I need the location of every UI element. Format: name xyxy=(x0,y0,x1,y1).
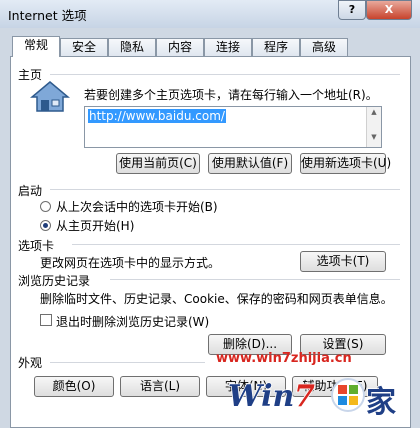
tab-connections[interactable]: 连接 xyxy=(204,38,252,56)
tab-general[interactable]: 常规 xyxy=(12,36,60,57)
browsing-history-heading: 浏览历史记录 xyxy=(18,274,91,288)
home-icon xyxy=(30,81,70,112)
svg-text:7: 7 xyxy=(294,379,315,414)
svg-text:Win: Win xyxy=(228,379,294,414)
startup-heading: 启动 xyxy=(18,184,43,198)
svg-text:家: 家 xyxy=(366,385,396,420)
use-default-button[interactable]: 使用默认值(F) xyxy=(208,153,292,174)
tabs-description: 更改网页在选项卡中的显示方式。 xyxy=(40,256,221,270)
divider xyxy=(50,74,400,75)
languages-button[interactable]: 语言(L) xyxy=(120,376,200,397)
tabs-heading: 选项卡 xyxy=(18,239,55,253)
use-current-button[interactable]: 使用当前页(C) xyxy=(116,153,200,174)
tabs-settings-button[interactable]: 选项卡(T) xyxy=(300,251,386,272)
startup-last-session-label[interactable]: 从上次会话中的选项卡开始(B) xyxy=(56,198,218,215)
appearance-heading: 外观 xyxy=(18,356,43,370)
tab-security[interactable]: 安全 xyxy=(60,38,108,56)
divider xyxy=(50,189,400,190)
browsing-history-description: 删除临时文件、历史记录、Cookie、保存的密码和网页表单信息。 xyxy=(40,292,393,306)
colors-button[interactable]: 颜色(O) xyxy=(34,376,114,397)
startup-home-label[interactable]: 从主页开始(H) xyxy=(56,217,134,234)
home-page-url-field[interactable]: http://www.baidu.com/ ▲ ▼ xyxy=(84,106,382,148)
delete-history-on-exit-label[interactable]: 退出时删除浏览历史记录(W) xyxy=(56,313,209,330)
tab-advanced[interactable]: 高级 xyxy=(300,38,348,56)
startup-last-session-radio[interactable] xyxy=(40,201,51,212)
home-page-url-text[interactable]: http://www.baidu.com/ xyxy=(88,109,226,123)
watermark-url: www.win7zhijia.cn xyxy=(216,351,352,366)
use-new-tab-button[interactable]: 使用新选项卡(U) xyxy=(300,153,391,174)
help-button[interactable]: ? xyxy=(338,0,366,20)
close-button[interactable]: X xyxy=(366,0,412,20)
window-title: Internet 选项 xyxy=(8,8,87,23)
win7-watermark-logo: Win 7 家 xyxy=(227,378,397,421)
tab-strip: 常规 安全 隐私 内容 连接 程序 高级 xyxy=(0,36,420,57)
divider xyxy=(72,244,400,245)
divider xyxy=(110,279,400,280)
divider xyxy=(50,362,205,363)
delete-history-on-exit-checkbox[interactable] xyxy=(40,314,52,326)
startup-home-radio[interactable] xyxy=(40,220,51,231)
tab-content[interactable]: 内容 xyxy=(156,38,204,56)
tab-programs[interactable]: 程序 xyxy=(252,38,300,56)
home-page-description: 若要创建多个主页选项卡，请在每行输入一个地址(R)。 xyxy=(84,88,378,102)
tab-privacy[interactable]: 隐私 xyxy=(108,38,156,56)
url-field-scrollbar[interactable]: ▲ ▼ xyxy=(366,107,381,147)
